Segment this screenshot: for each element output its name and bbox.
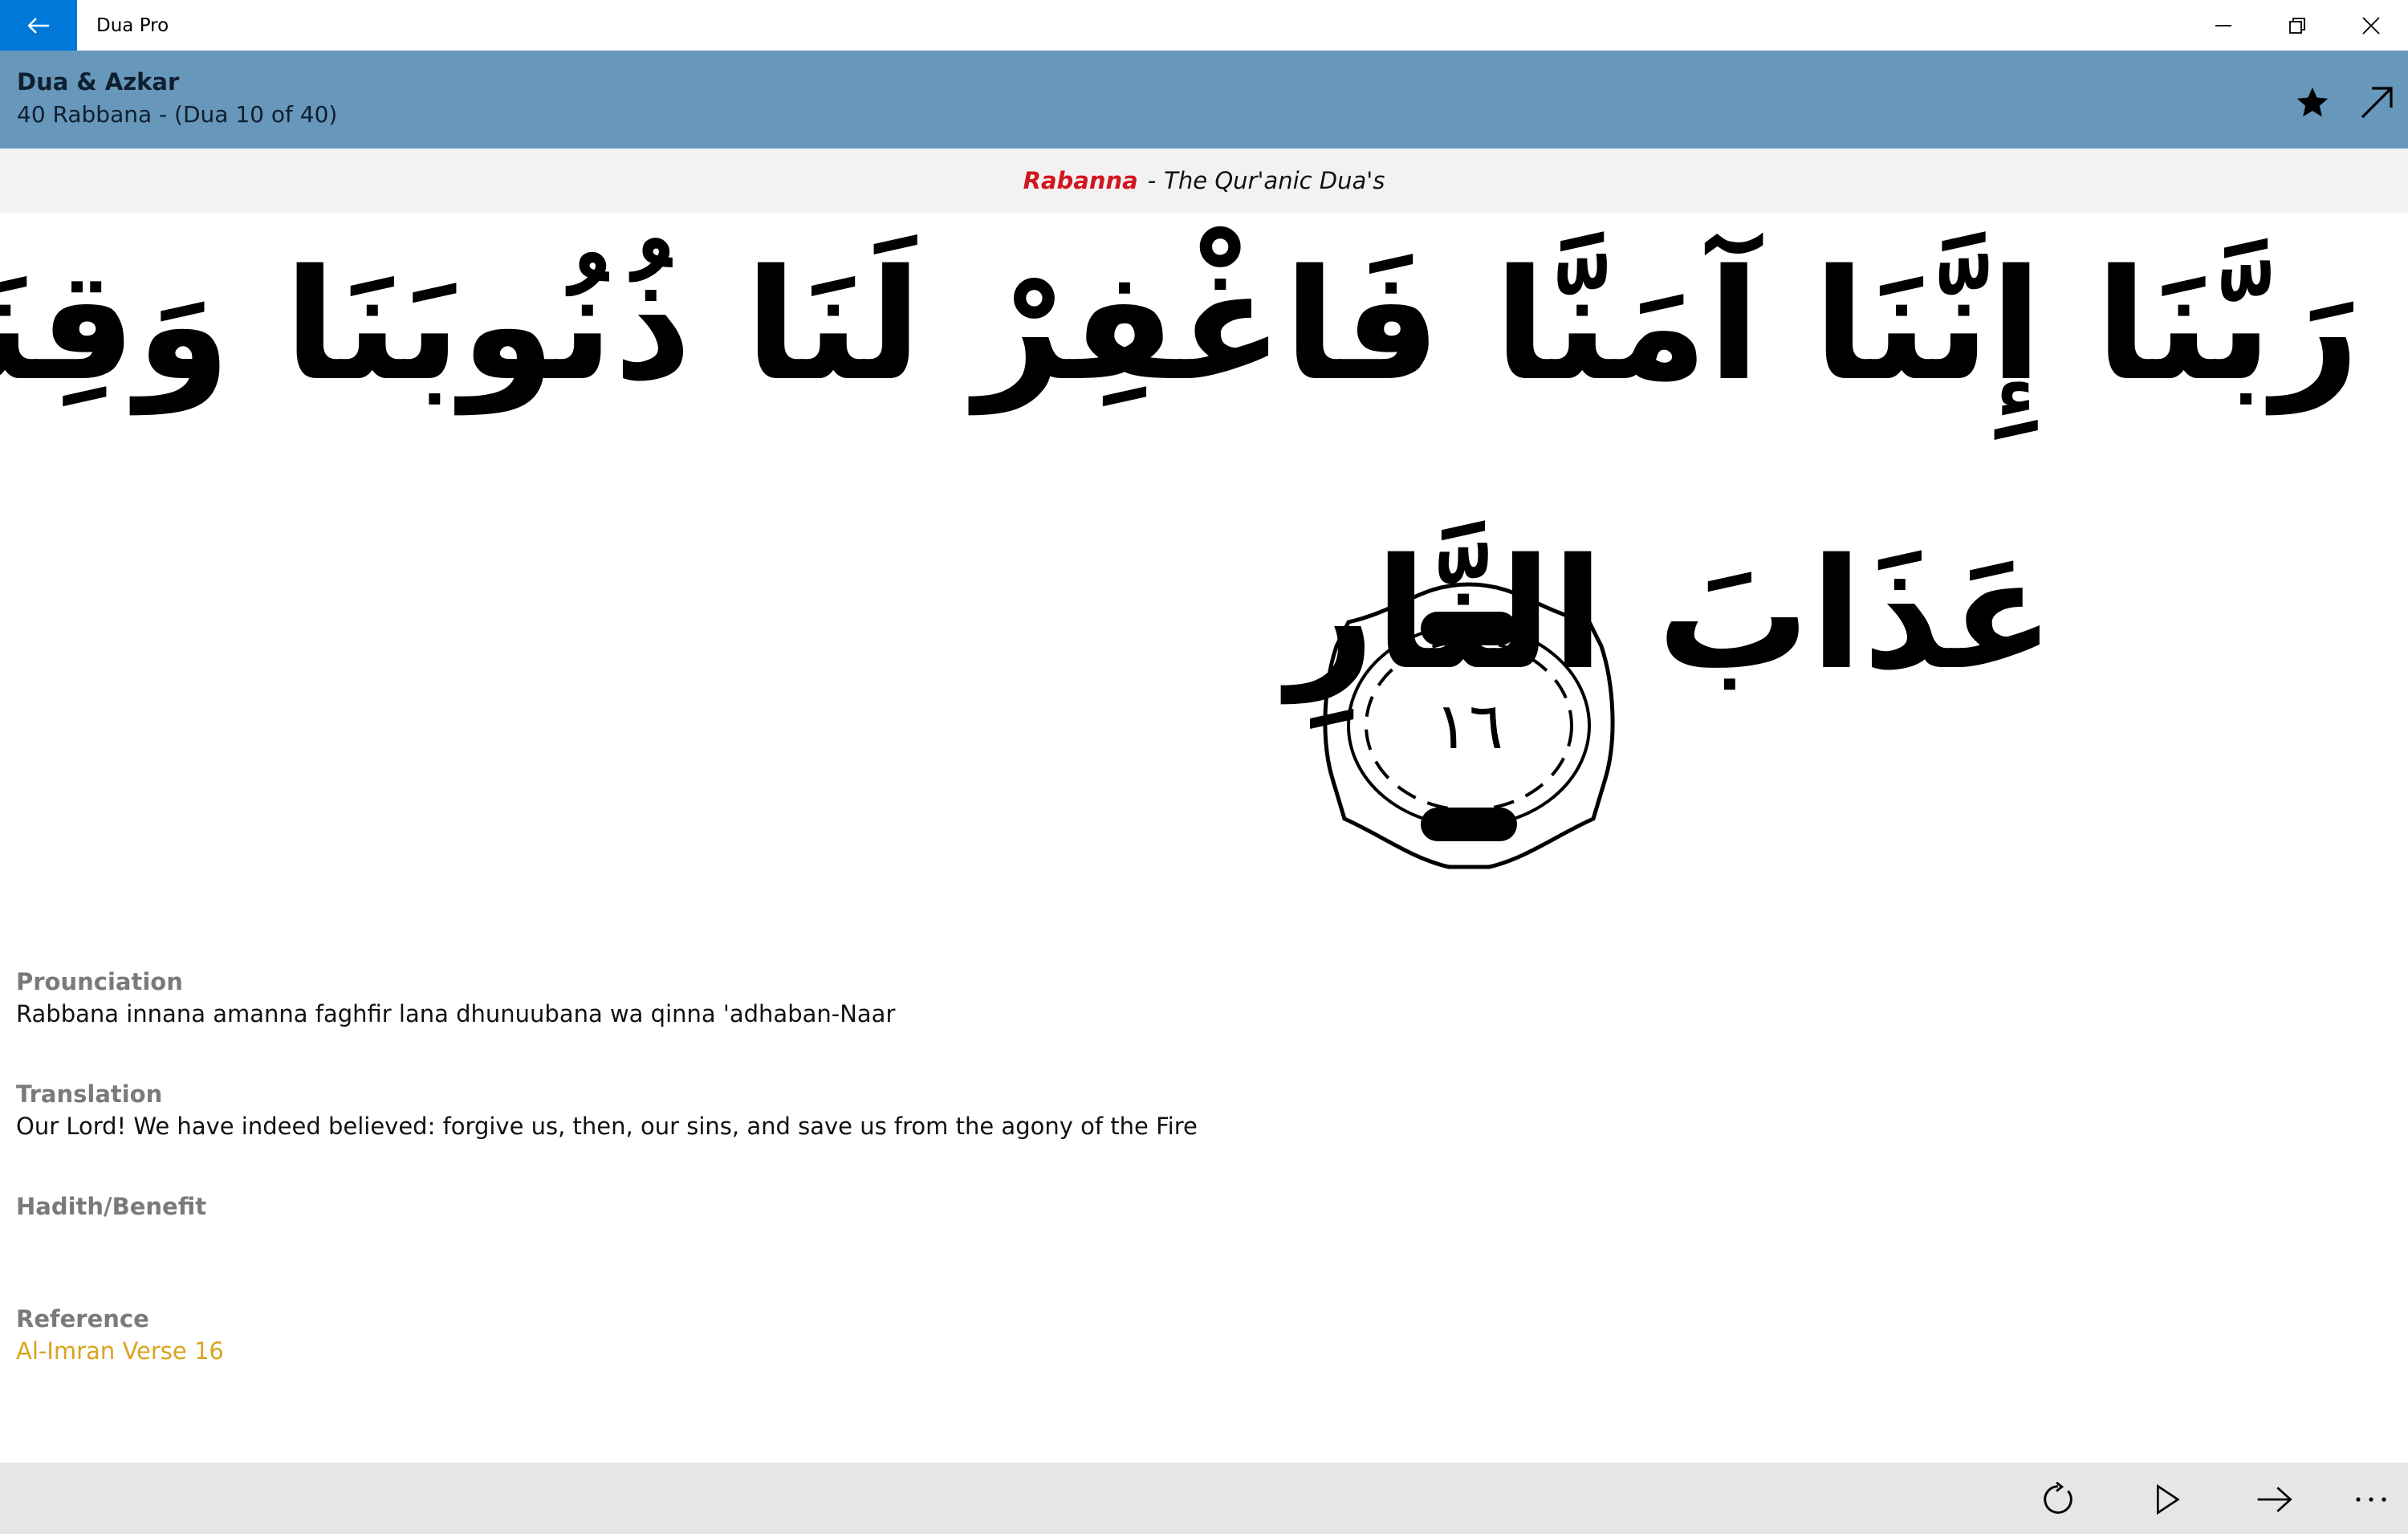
category-banner: Rabanna - The Qur'anic Dua's xyxy=(0,149,2408,213)
pronunciation-label: Prounciation xyxy=(16,968,183,995)
pronunciation-value: Rabbana innana amanna faghfir lana dhunu… xyxy=(16,1000,896,1027)
more-icon xyxy=(2356,1497,2386,1502)
translation-label: Translation xyxy=(16,1080,163,1108)
pronunciation-section: Prounciation Rabbana innana amanna faghf… xyxy=(16,968,2344,1027)
command-bar xyxy=(0,1463,2408,1534)
translation-value: Our Lord! We have indeed believed: forgi… xyxy=(16,1113,1198,1140)
arrow-up-right-icon xyxy=(2361,87,2393,119)
restore-button[interactable] xyxy=(2260,0,2334,51)
more-button[interactable] xyxy=(2345,1474,2397,1525)
star-icon xyxy=(2296,87,2329,117)
page-subtitle: 40 Rabbana - (Dua 10 of 40) xyxy=(17,101,338,128)
translation-section: Translation Our Lord! We have indeed bel… xyxy=(16,1080,2344,1140)
play-icon xyxy=(2157,1483,2180,1516)
arrow-left-icon xyxy=(27,17,49,34)
page-header: Dua & Azkar 40 Rabbana - (Dua 10 of 40) xyxy=(0,51,2408,149)
arabic-dua-image: رَبَّنَا إِنَّنَا آمَنَّا فَاغْفِرْ لَنَ… xyxy=(0,213,2408,903)
minimize-icon xyxy=(2215,24,2231,26)
open-external-button[interactable] xyxy=(2349,75,2405,131)
hadith-section: Hadith/Benefit xyxy=(16,1193,2344,1225)
favorite-button[interactable] xyxy=(2284,75,2341,131)
back-button[interactable] xyxy=(0,0,77,51)
restore-icon xyxy=(2289,17,2305,34)
repeat-button[interactable] xyxy=(2032,1474,2084,1525)
hadith-label: Hadith/Benefit xyxy=(16,1193,207,1220)
banner-text: The Qur'anic Dua's xyxy=(1164,167,1385,194)
arrow-right-icon xyxy=(2257,1487,2292,1512)
verse-number: ١٦ xyxy=(1434,689,1503,763)
play-button[interactable] xyxy=(2142,1474,2193,1525)
refresh-icon xyxy=(2044,1481,2072,1514)
close-button[interactable] xyxy=(2334,0,2408,51)
app-title: Dua Pro xyxy=(96,14,169,36)
page-title: Dua & Azkar xyxy=(17,68,180,96)
banner-highlight: Rabanna xyxy=(1023,167,1138,194)
reference-label: Reference xyxy=(16,1305,149,1333)
title-bar: Dua Pro xyxy=(0,0,2408,51)
window-controls xyxy=(2186,0,2408,51)
reference-link[interactable]: Al-Imran Verse 16 xyxy=(16,1337,2344,1365)
arabic-line-1: رَبَّنَا إِنَّنَا آمَنَّا فَاغْفِرْ لَنَ… xyxy=(0,237,2360,414)
banner-separator: - xyxy=(1147,167,1157,194)
next-button[interactable] xyxy=(2249,1474,2300,1525)
verse-marker-icon: ١٦ xyxy=(1323,582,1615,869)
close-icon xyxy=(2362,16,2380,35)
minimize-button[interactable] xyxy=(2186,0,2260,51)
reference-section: Reference Al-Imran Verse 16 xyxy=(16,1305,2344,1365)
